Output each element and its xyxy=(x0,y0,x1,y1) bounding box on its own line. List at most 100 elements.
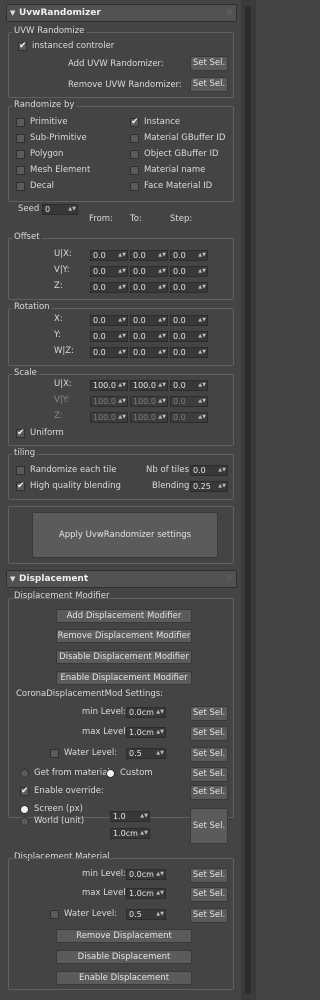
add-uvw-set-sel-button[interactable]: Set Sel. xyxy=(190,56,228,71)
offset-u-from[interactable]: 0.0 ▲▼ xyxy=(90,250,128,261)
rotation-y-to[interactable]: 0.0 ▲▼ xyxy=(130,331,168,342)
primitive-checkbox[interactable] xyxy=(16,118,25,127)
offset-z-to[interactable]: 0.0 ▲▼ xyxy=(130,282,168,293)
randomize-each-tile-checkbox[interactable] xyxy=(16,466,25,475)
add-displacement-modifier-button[interactable]: Add Displacement Modifier xyxy=(56,609,192,623)
override-set-sel-button[interactable]: Set Sel. xyxy=(190,785,228,800)
disable-displacement-modifier-button[interactable]: Disable Displacement Modifier xyxy=(56,650,192,664)
scale-z-to: 100.0 ▲▼ xyxy=(130,412,168,423)
material-name-checkbox[interactable] xyxy=(130,166,139,175)
water-level-spinner[interactable]: 0.5 ▲▼ xyxy=(126,748,166,759)
screen-px-radio[interactable] xyxy=(20,805,29,814)
scrollbar-thumb[interactable] xyxy=(245,6,251,994)
max-level-set-sel-button[interactable]: Set Sel. xyxy=(190,726,228,741)
enable-override-checkbox[interactable] xyxy=(20,785,29,797)
object-gbuffer-checkbox[interactable] xyxy=(130,150,139,159)
world-unit-radio[interactable] xyxy=(20,817,29,826)
min-level-spinner[interactable]: 0.0cm ▲▼ xyxy=(126,707,166,718)
face-material-id-checkbox[interactable] xyxy=(130,182,139,191)
mesh-element-checkbox[interactable] xyxy=(16,166,25,175)
nb-tiles-spinner[interactable]: 0.0 ▲▼ xyxy=(190,465,228,476)
custom-radio[interactable] xyxy=(106,769,115,778)
source-set-sel-button[interactable]: Set Sel. xyxy=(190,767,228,782)
remove-displacement-button[interactable]: Remove Displacement xyxy=(56,929,192,943)
custom-label: Custom xyxy=(120,768,153,778)
uvw-randomizer-rollout: ▼ UvwRandomizer ⁞⁞ UVW Randomize instanc… xyxy=(6,4,237,568)
remove-uvw-set-sel-button[interactable]: Set Sel. xyxy=(190,77,228,92)
collapse-triangle-icon: ▼ xyxy=(10,575,16,583)
decal-label: Decal xyxy=(30,181,55,191)
mat-water-level-set-sel-button[interactable]: Set Sel. xyxy=(190,908,228,923)
rotation-x-to[interactable]: 0.0 ▲▼ xyxy=(130,315,168,326)
rotation-x-step[interactable]: 0.0 ▲▼ xyxy=(170,315,208,326)
scale-u-step[interactable]: 0.0 ▲▼ xyxy=(170,380,208,391)
scale-u-from[interactable]: 100.0 ▲▼ xyxy=(90,380,128,391)
rotation-x-from[interactable]: 0.0 ▲▼ xyxy=(90,315,128,326)
get-from-material-radio[interactable] xyxy=(20,769,29,778)
offset-u-to[interactable]: 0.0 ▲▼ xyxy=(130,250,168,261)
polygon-checkbox[interactable] xyxy=(16,150,25,159)
mat-water-level-checkbox[interactable] xyxy=(50,910,59,919)
seed-spinner[interactable]: 0 ▲▼ xyxy=(42,204,78,215)
enable-displacement-button[interactable]: Enable Displacement xyxy=(56,971,192,985)
offset-z-step[interactable]: 0.0 ▲▼ xyxy=(170,282,208,293)
col-step-label: Step: xyxy=(170,214,193,224)
water-level-set-sel-button[interactable]: Set Sel. xyxy=(190,747,228,762)
instanced-controler-checkbox[interactable] xyxy=(18,40,27,52)
min-level-label: min Level: xyxy=(82,707,127,717)
water-level-label: Water Level: xyxy=(64,748,118,758)
group-label: tiling xyxy=(12,448,38,459)
displacement-rollout-header[interactable]: ▼ Displacement ⁞⁞ xyxy=(6,570,237,588)
remove-displacement-modifier-button[interactable]: Remove Displacement Modifier xyxy=(56,629,192,643)
screen-px-spinner[interactable]: 1.0 ▲▼ xyxy=(110,811,150,822)
mat-min-level-label: min Level: xyxy=(82,869,127,879)
water-level-checkbox[interactable] xyxy=(50,749,59,758)
decal-checkbox[interactable] xyxy=(16,182,25,191)
enable-displacement-modifier-button[interactable]: Enable Displacement Modifier xyxy=(56,671,192,685)
mat-min-level-set-sel-button[interactable]: Set Sel. xyxy=(190,868,228,883)
high-quality-blending-label: High quality blending xyxy=(30,481,121,491)
pin-icon[interactable]: ⁞⁞ xyxy=(227,7,232,19)
rotation-w-step[interactable]: 0.0 ▲▼ xyxy=(170,347,208,358)
mat-max-level-set-sel-button[interactable]: Set Sel. xyxy=(190,887,228,902)
offset-z-from[interactable]: 0.0 ▲▼ xyxy=(90,282,128,293)
randomize-each-tile-label: Randomize each tile xyxy=(30,465,117,475)
pin-icon[interactable]: ⁞⁞ xyxy=(227,573,232,585)
world-unit-spinner[interactable]: 1.0cm ▲▼ xyxy=(110,828,150,839)
offset-u-step[interactable]: 0.0 ▲▼ xyxy=(170,250,208,261)
offset-v-step[interactable]: 0.0 ▲▼ xyxy=(170,266,208,277)
high-quality-blending-checkbox[interactable] xyxy=(16,480,25,492)
rotation-w-to[interactable]: 0.0 ▲▼ xyxy=(130,347,168,358)
mat-min-level-spinner[interactable]: 0.0cm ▲▼ xyxy=(126,869,166,880)
min-level-set-sel-button[interactable]: Set Sel. xyxy=(190,706,228,721)
scale-v-step: 0.0 ▲▼ xyxy=(170,396,208,407)
sub-primitive-checkbox[interactable] xyxy=(16,134,25,143)
uniform-checkbox[interactable] xyxy=(16,427,25,439)
resolution-set-sel-button[interactable]: Set Sel. xyxy=(190,808,228,844)
offset-v-to[interactable]: 0.0 ▲▼ xyxy=(130,266,168,277)
offset-v-from[interactable]: 0.0 ▲▼ xyxy=(90,266,128,277)
mat-water-level-spinner[interactable]: 0.5 ▲▼ xyxy=(126,909,166,920)
rotation-y-step[interactable]: 0.0 ▲▼ xyxy=(170,331,208,342)
mat-max-level-label: max Level: xyxy=(82,888,129,898)
offset-u-label: U|X: xyxy=(54,249,72,259)
scale-u-to[interactable]: 100.0 ▲▼ xyxy=(130,380,168,391)
get-from-material-label: Get from material xyxy=(34,768,110,778)
sub-primitive-label: Sub-Primitive xyxy=(30,133,87,143)
object-gbuffer-label: Object GBuffer ID xyxy=(144,149,219,159)
max-level-spinner[interactable]: 1.0cm ▲▼ xyxy=(126,727,166,738)
uniform-label: Uniform xyxy=(30,428,64,438)
apply-uvwrandomizer-button[interactable]: Apply UvwRandomizer settings xyxy=(32,512,218,558)
rotation-w-from[interactable]: 0.0 ▲▼ xyxy=(90,347,128,358)
disable-displacement-button[interactable]: Disable Displacement xyxy=(56,950,192,964)
blending-spinner[interactable]: 0.25 ▲▼ xyxy=(190,481,228,492)
scale-u-label: U|X: xyxy=(54,379,72,389)
material-gbuffer-checkbox[interactable] xyxy=(130,134,139,143)
rollout-title: UvwRandomizer xyxy=(19,8,101,18)
rotation-x-label: X: xyxy=(54,314,63,324)
uvw-rollout-header[interactable]: ▼ UvwRandomizer ⁞⁞ xyxy=(6,4,237,22)
mat-max-level-spinner[interactable]: 1.0cm ▲▼ xyxy=(126,888,166,899)
instance-checkbox[interactable] xyxy=(130,116,139,128)
rotation-y-from[interactable]: 0.0 ▲▼ xyxy=(90,331,128,342)
displacement-rollout: ▼ Displacement ⁞⁞ Displacement Modifier … xyxy=(6,570,237,994)
